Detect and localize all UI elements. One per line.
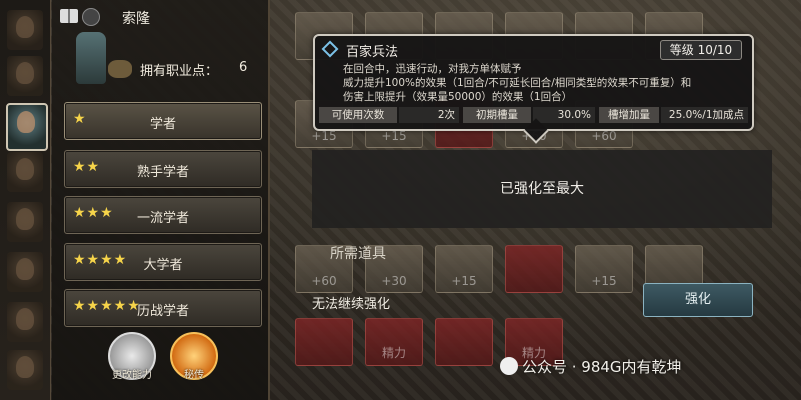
grid-cell[interactable] [505,245,563,293]
portrait-face [16,208,34,230]
skill-level-badge: 等级 10/10 [660,40,742,60]
character-sprite [76,32,106,84]
grid-cell[interactable] [295,318,353,366]
grid-cell[interactable] [435,318,493,366]
job-veteran-scholar[interactable]: ★★★★★ 历战学者 [64,289,262,327]
portrait-face [16,356,34,378]
initial-gauge-label: 初期槽量 [463,107,531,123]
desc-line: 在回合中，迅速行动，对我方单体赋予 [343,63,522,75]
grid-cell[interactable]: +15 [435,245,493,293]
grid-bonus: +60 [311,274,337,288]
portrait-face [17,111,35,133]
cannot-enhance-text: 无法继续强化 [312,297,391,312]
secret-art-button[interactable]: 秘传 [170,332,218,381]
grid-cell[interactable]: +15 [575,245,633,293]
gauge-increase-label: 槽增加量 [599,107,659,123]
grid-bonus: +15 [451,274,477,288]
party-portrait[interactable] [7,56,43,96]
grid-bonus: +15 [591,274,617,288]
character-name: 索隆 [122,11,150,27]
grid-bonus: +15 [311,129,337,143]
grid-bonus: +60 [591,129,617,143]
maxed-overlay: 已强化至最大 [312,150,772,228]
job-name: 熟手学者 [136,165,189,180]
grid-bonus: +30 [381,274,407,288]
party-portrait-list [0,0,51,400]
skill-stats-row: 可使用次数 2次 初期槽量 30.0% 槽增加量 25.0%/1加成点 [319,107,748,123]
job-great-scholar[interactable]: ★★★★ 大学者 [64,243,262,281]
job-points-value: 6 [239,60,248,75]
job-name: 历战学者 [136,304,189,319]
uses-label: 可使用次数 [319,107,397,123]
watermark-text: 公众号 · 984G内有乾坤 [522,358,682,376]
party-portrait[interactable] [7,152,43,192]
party-portrait[interactable] [7,10,43,50]
portrait-face [16,158,34,180]
change-ability-button[interactable]: 更改能力 [108,332,156,381]
grid-bonus: 精力 [381,346,406,360]
job-panel: 索隆 拥有职业点： 6 ★ 学者 ★★ 熟手学者 ★★★ 一流学者 ★★★★ 大… [52,0,270,400]
panel-header: 索隆 [52,6,268,28]
skill-description: 在回合中，迅速行动，对我方单体赋予 威力提升100%的效果（1回合/不可延长回合… [343,62,743,104]
job-skilled-scholar[interactable]: ★★ 熟手学者 [64,150,262,188]
wechat-icon [500,357,518,375]
portrait-face [16,258,34,280]
party-portrait-selected[interactable] [6,103,48,151]
job-scholar[interactable]: ★ 学者 [64,102,262,140]
party-portrait[interactable] [7,350,43,390]
maxed-text: 已强化至最大 [500,181,584,197]
required-items-label: 所需道具 [330,246,386,262]
party-portrait[interactable] [7,302,43,342]
job-name: 一流学者 [136,211,189,226]
initial-gauge-value: 30.0% [533,107,595,123]
job-name: 学者 [149,117,176,132]
party-portrait[interactable] [7,252,43,292]
job-first-class-scholar[interactable]: ★★★ 一流学者 [64,196,262,234]
skill-name: 百家兵法 [346,45,399,60]
skill-diamond-icon [321,40,339,58]
party-portrait[interactable] [7,202,43,242]
secret-art-label: 秘传 [184,370,204,381]
skill-tooltip: 百家兵法 等级 10/10 在回合中，迅速行动，对我方单体赋予 威力提升100%… [313,34,754,131]
book-icon[interactable] [60,9,78,23]
portrait-face [16,16,34,38]
grid-cell[interactable]: 精力 [365,318,423,366]
job-points-row: 拥有职业点： 6 [114,58,264,80]
grid-bonus: +15 [381,129,407,143]
enhance-button[interactable]: 强化 [643,283,753,317]
gauge-increase-value: 25.0%/1加成点 [661,107,748,123]
desc-line: 伤害上限提升（效果量50000）的效果（1回合） [343,91,573,103]
uses-value: 2次 [399,107,459,123]
job-name: 大学者 [143,258,183,273]
job-points-label: 拥有职业点： [140,64,219,79]
portrait-face [16,308,34,330]
toggle-icon[interactable] [82,8,100,26]
desc-line: 威力提升100%的效果（1回合/不可延长回合/相同类型的效果不可重复）和 [343,77,692,89]
watermark: 公众号 · 984G内有乾坤 [500,356,682,377]
portrait-face [16,62,34,84]
